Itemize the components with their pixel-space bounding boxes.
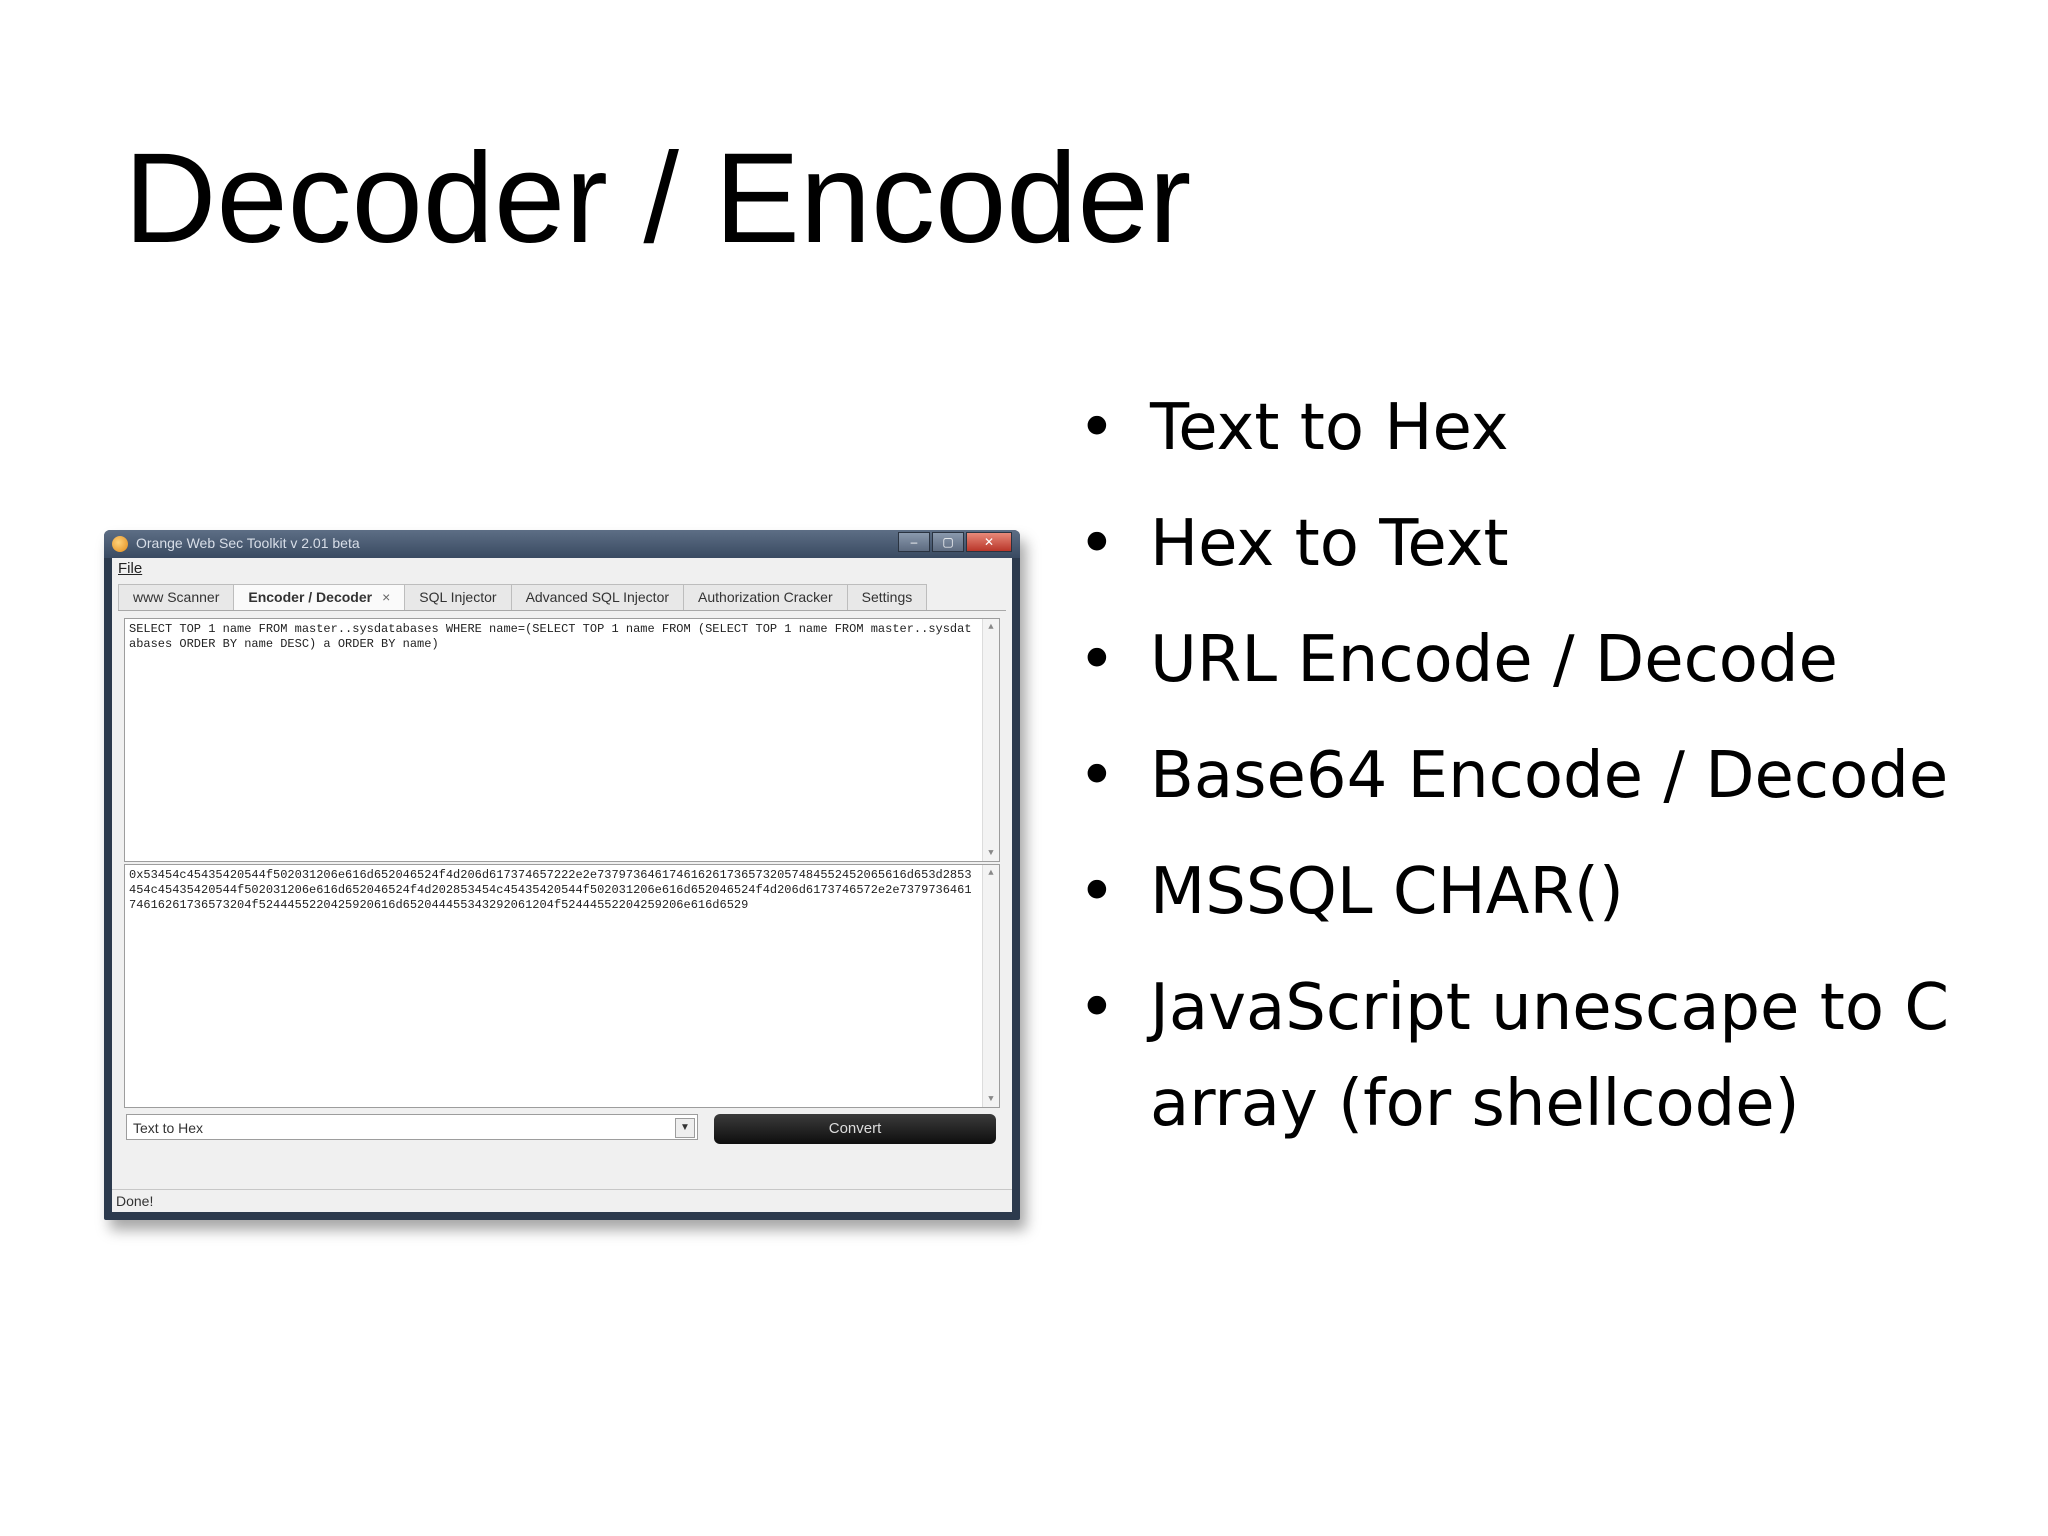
slide-title: Decoder / Encoder <box>124 127 1192 270</box>
bullet-icon: • <box>1078 971 1116 1045</box>
output-scrollbar[interactable]: ▲ ▼ <box>982 865 999 1107</box>
menu-bar: File <box>112 558 1012 580</box>
bullet-icon: • <box>1078 739 1116 813</box>
bullet-icon: • <box>1078 391 1116 465</box>
window-controls: – ▢ ✕ <box>898 532 1012 552</box>
tab-sql-injector[interactable]: SQL Injector <box>404 584 512 610</box>
tab-encoder-decoder[interactable]: Encoder / Decoder × <box>233 584 406 610</box>
list-item: • MSSQL CHAR() <box>1070 844 1970 940</box>
input-textarea[interactable]: SELECT TOP 1 name FROM master..sysdataba… <box>124 618 1000 862</box>
list-item: • Text to Hex <box>1070 380 1970 476</box>
maximize-button[interactable]: ▢ <box>932 532 964 552</box>
list-item: • Hex to Text <box>1070 496 1970 592</box>
tab-label: Encoder / Decoder <box>248 589 373 605</box>
minimize-button[interactable]: – <box>898 532 930 552</box>
convert-button[interactable]: Convert <box>714 1114 996 1144</box>
bullet-text: Text to Hex <box>1150 391 1509 465</box>
tab-advanced-sql-injector[interactable]: Advanced SQL Injector <box>510 584 685 610</box>
selected-mode: Text to Hex <box>133 1120 204 1136</box>
list-item: • Base64 Encode / Decode <box>1070 728 1970 824</box>
scroll-down-icon[interactable]: ▼ <box>983 1091 999 1107</box>
window-title: Orange Web Sec Toolkit v 2.01 beta <box>136 535 360 551</box>
window-client: File www Scanner Encoder / Decoder × SQL … <box>112 558 1012 1212</box>
close-button[interactable]: ✕ <box>966 532 1012 552</box>
bullet-icon: • <box>1078 507 1116 581</box>
output-textarea[interactable]: 0x53454c45435420544f502031206e616d652046… <box>124 864 1000 1108</box>
menu-file[interactable]: File <box>118 560 142 577</box>
tab-bar: www Scanner Encoder / Decoder × SQL Injec… <box>118 584 1006 611</box>
window-titlebar[interactable]: Orange Web Sec Toolkit v 2.01 beta – ▢ ✕ <box>104 530 1020 558</box>
bullet-icon: • <box>1078 855 1116 929</box>
conversion-mode-select[interactable]: Text to Hex ▼ <box>126 1114 698 1140</box>
list-item: • URL Encode / Decode <box>1070 612 1970 708</box>
bullet-icon: • <box>1078 623 1116 697</box>
scroll-up-icon[interactable]: ▲ <box>983 865 999 881</box>
tab-settings[interactable]: Settings <box>846 584 928 610</box>
tab-close-icon[interactable]: × <box>382 589 390 605</box>
feature-list: • Text to Hex • Hex to Text • URL Encode / … <box>1070 380 1970 1172</box>
scroll-down-icon[interactable]: ▼ <box>983 845 999 861</box>
bullet-text: Base64 Encode / Decode <box>1150 739 1949 813</box>
app-window: Orange Web Sec Toolkit v 2.01 beta – ▢ ✕… <box>104 530 1020 1220</box>
orange-app-icon <box>112 536 128 552</box>
tab-www-scanner[interactable]: www Scanner <box>118 584 235 610</box>
status-text: Done! <box>116 1193 154 1209</box>
bullet-text: MSSQL CHAR() <box>1150 855 1624 929</box>
tab-authorization-cracker[interactable]: Authorization Cracker <box>683 584 848 610</box>
status-bar: Done! <box>112 1189 1012 1212</box>
input-scrollbar[interactable]: ▲ ▼ <box>982 619 999 861</box>
scroll-up-icon[interactable]: ▲ <box>983 619 999 635</box>
input-text: SELECT TOP 1 name FROM master..sysdataba… <box>129 622 972 651</box>
output-text: 0x53454c45435420544f502031206e616d652046… <box>129 868 972 912</box>
bullet-text: URL Encode / Decode <box>1150 623 1838 697</box>
chevron-down-icon[interactable]: ▼ <box>675 1118 695 1138</box>
bullet-text: JavaScript unescape to C array (for shel… <box>1150 971 1950 1141</box>
bullet-text: Hex to Text <box>1150 507 1509 581</box>
list-item: • JavaScript unescape to C array (for she… <box>1070 960 1970 1152</box>
